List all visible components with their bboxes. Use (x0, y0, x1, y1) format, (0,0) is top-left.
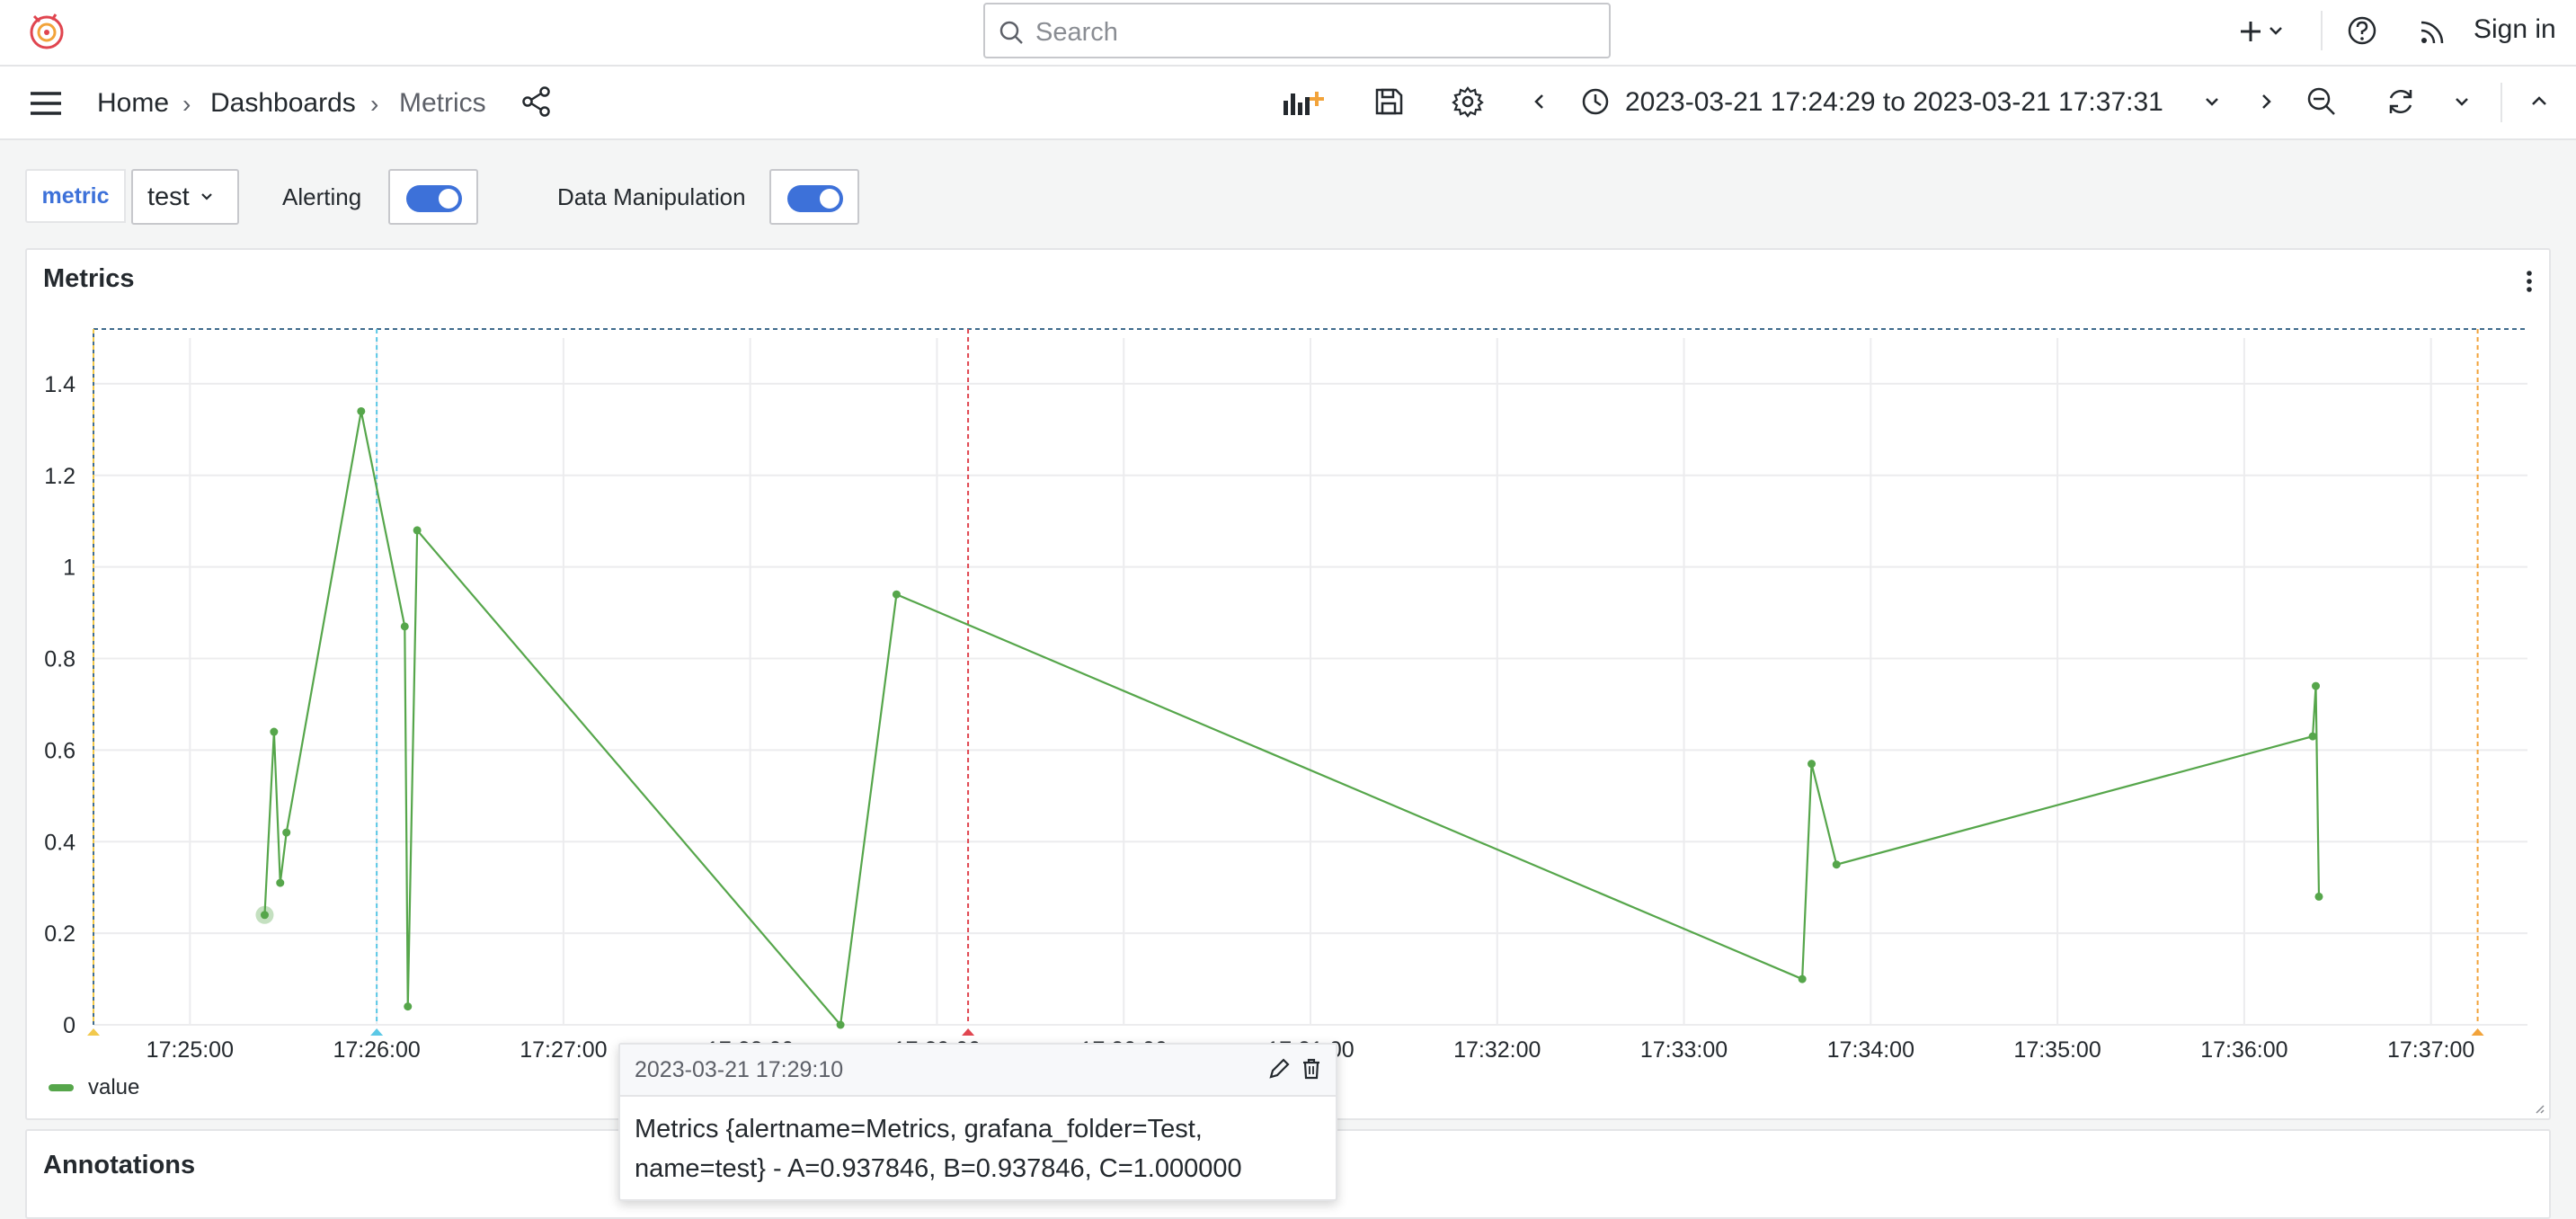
data-point (1808, 760, 1817, 769)
search-icon (999, 21, 1023, 44)
save-icon[interactable] (1372, 85, 1406, 119)
x-tick-label: 17:36:00 (2200, 1037, 2287, 1063)
data-point (404, 1002, 413, 1011)
alerting-label: Alerting (282, 183, 362, 210)
metrics-panel: Metrics 0 0.2 0.4 0.6 0.8 1 1.2 1.4 17:25:00 17:2… (25, 248, 2551, 1120)
x-tick-label: 17:26:00 (333, 1037, 420, 1063)
chevron-down-icon[interactable] (2445, 85, 2479, 119)
x-tick-label: 17:27:00 (520, 1037, 607, 1063)
resize-handle-icon[interactable] (2533, 1102, 2545, 1115)
chevron-down-icon[interactable] (2195, 85, 2229, 119)
breadcrumb-current: Metrics (399, 88, 486, 118)
toggle-switch (787, 185, 843, 212)
x-tick-label: 17:34:00 (1827, 1037, 1914, 1063)
annotation-marker (962, 1028, 975, 1036)
annotation-marker (87, 1028, 100, 1036)
chevron-up-icon[interactable] (2522, 85, 2556, 119)
x-tick-label: 17:35:00 (2013, 1037, 2101, 1063)
rss-icon[interactable] (2418, 16, 2448, 47)
data-point (836, 1020, 845, 1029)
nav-bar: Home › Dashboards › Metrics 2023-03-21 1… (0, 67, 2576, 140)
metric-variable-value: test (147, 182, 190, 211)
sign-in-link[interactable]: Sign in (2474, 14, 2556, 45)
data-point (1798, 974, 1807, 983)
top-bar: Search Sign in (0, 0, 2576, 67)
divider (2500, 83, 2502, 122)
data-point (2308, 732, 2317, 741)
data-point (276, 878, 285, 887)
time-range-picker[interactable]: 2023-03-21 17:24:29 to 2023-03-21 17:37:… (1625, 87, 2163, 118)
tooltip-header: 2023-03-21 17:29:10 (620, 1045, 1336, 1097)
data-point (892, 590, 901, 599)
data-point (357, 406, 366, 415)
chevron-right-icon[interactable] (2249, 85, 2283, 119)
edit-pencil-icon[interactable] (1266, 1055, 1292, 1082)
chevron-right-icon: › (182, 90, 191, 118)
annotation-marker (2471, 1028, 2484, 1036)
chevron-left-icon[interactable] (1523, 85, 1557, 119)
data-point (400, 622, 409, 631)
data-point (260, 911, 269, 920)
data-point (1832, 860, 1841, 869)
divider (2321, 11, 2323, 50)
y-tick-label: 1.2 (44, 464, 76, 489)
y-tick-label: 0.2 (44, 921, 76, 947)
tooltip-time: 2023-03-21 17:29:10 (635, 1057, 844, 1082)
tooltip-text: Metrics {alertname=Metrics, grafana_fold… (635, 1115, 1242, 1183)
data-point (413, 526, 422, 535)
menu-icon[interactable] (29, 86, 63, 120)
add-panel-icon[interactable] (1280, 85, 1327, 119)
y-tick-label: 0.8 (44, 647, 76, 672)
chevron-right-icon: › (370, 90, 379, 118)
x-tick-label: 17:37:00 (2387, 1037, 2474, 1063)
search-placeholder: Search (1035, 18, 1118, 47)
data-point (2314, 892, 2323, 901)
legend: value (49, 1075, 139, 1100)
y-tick-label: 1 (63, 556, 76, 581)
settings-gear-icon[interactable] (1451, 85, 1485, 119)
data-manipulation-toggle[interactable] (769, 169, 859, 225)
y-tick-label: 0.4 (44, 830, 76, 855)
legend-label[interactable]: value (88, 1075, 139, 1100)
x-tick-label: 17:32:00 (1453, 1037, 1541, 1063)
help-icon[interactable] (2346, 14, 2378, 47)
plus-icon[interactable] (2238, 16, 2292, 47)
annotation-tooltip: 2023-03-21 17:29:10 Metrics {alertname=M… (618, 1043, 1337, 1201)
share-icon[interactable] (520, 85, 554, 119)
breadcrumb-dashboards[interactable]: Dashboards (210, 88, 356, 119)
search-input[interactable]: Search (983, 3, 1611, 58)
data-point (2312, 681, 2321, 690)
data-point (270, 727, 279, 736)
clock-icon (1582, 88, 1609, 115)
legend-swatch (49, 1084, 74, 1091)
y-tick-label: 1.4 (44, 372, 76, 397)
time-series-chart[interactable]: 0 0.2 0.4 0.6 0.8 1 1.2 1.4 17:25:00 17:26:00 17:2… (27, 250, 2549, 1118)
data-point (282, 828, 291, 837)
metric-variable-label: metric (25, 169, 126, 223)
x-tick-label: 17:25:00 (147, 1037, 234, 1063)
delete-trash-icon[interactable] (1298, 1055, 1325, 1082)
refresh-icon[interactable] (2384, 85, 2418, 119)
metric-variable-select[interactable]: test (131, 169, 239, 225)
chevron-down-icon (200, 193, 212, 200)
x-tick-label: 17:33:00 (1640, 1037, 1728, 1063)
panel-title: Annotations (43, 1151, 196, 1179)
breadcrumb-home[interactable]: Home (97, 88, 169, 119)
zoom-out-icon[interactable] (2305, 85, 2339, 119)
grafana-logo-icon[interactable] (25, 9, 68, 52)
annotation-marker (370, 1028, 384, 1036)
variables-bar: metric test Alerting Data Manipulation (0, 140, 2576, 239)
y-tick-label: 0 (63, 1013, 76, 1038)
data-manipulation-label: Data Manipulation (557, 183, 746, 210)
y-tick-label: 0.6 (44, 738, 76, 763)
toggle-switch (406, 185, 462, 212)
alerting-toggle[interactable] (388, 169, 478, 225)
